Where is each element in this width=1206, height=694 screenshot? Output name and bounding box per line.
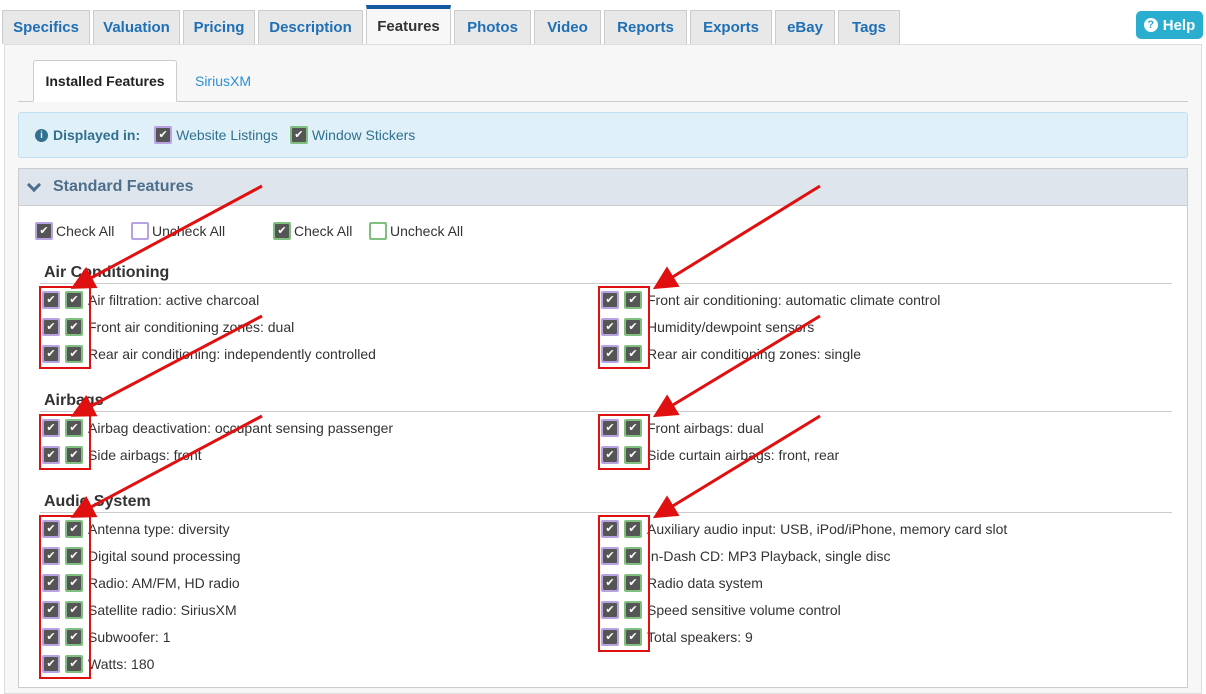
website-legend-label: Website Listings (176, 127, 278, 143)
window-uncheck-all[interactable]: Uncheck All (369, 222, 463, 240)
tab-exports[interactable]: Exports (690, 10, 772, 44)
annotation-highlight-box (39, 286, 91, 369)
window-check-all[interactable]: ✔ Check All (273, 222, 352, 240)
feature-label: Speed sensitive volume control (647, 602, 841, 618)
question-circle-icon: ? (1143, 18, 1158, 32)
annotation-highlight-box (39, 515, 91, 679)
website-uncheck-all[interactable]: Uncheck All (131, 222, 225, 240)
feature-label: Front airbags: dual (647, 420, 764, 436)
group-divider (40, 411, 1172, 412)
tab-specifics[interactable]: Specifics (2, 10, 90, 44)
feature-label: In-Dash CD: MP3 Playback, single disc (647, 548, 891, 564)
feature-label: Auxiliary audio input: USB, iPod/iPhone,… (647, 521, 1008, 537)
group-divider (40, 283, 1172, 284)
feature-label: Rear air conditioning zones: single (647, 346, 862, 362)
feature-row: ✔ ✔ Auxiliary audio input: USB, iPod/iPhon… (601, 519, 1007, 539)
feature-label: Side airbags: front (88, 447, 202, 463)
group-divider (40, 512, 1172, 513)
group-title: Airbags (44, 392, 104, 409)
feature-label: Front air conditioning zones: dual (88, 319, 295, 335)
check-all-window-label: Check All (294, 223, 353, 239)
check-all-window-checkbox[interactable]: ✔ (273, 222, 291, 240)
feature-label: Airbag deactivation: occupant sensing pa… (88, 420, 394, 436)
tab-tags[interactable]: Tags (838, 10, 900, 44)
info-circle-icon: i (35, 128, 48, 142)
uncheck-all-window-checkbox[interactable] (369, 222, 387, 240)
check-all-website-label: Check All (56, 223, 115, 239)
feature-row: ✔ ✔ Rear air conditioning: independently c… (42, 344, 376, 364)
annotation-highlight-box (598, 414, 650, 470)
tab-features[interactable]: Features (366, 5, 451, 44)
feature-label: Front air conditioning: automatic climat… (647, 292, 941, 308)
displayed-in-alert: i Displayed in: ✔ Website Listings ✔ Win… (18, 112, 1188, 158)
tab-video[interactable]: Video (534, 10, 601, 44)
feature-label: Digital sound processing (88, 548, 241, 564)
window-legend-label: Window Stickers (311, 127, 416, 143)
feature-label: Watts: 180 (88, 656, 155, 672)
tab-pricing[interactable]: Pricing (183, 10, 255, 44)
feature-label: Total speakers: 9 (647, 629, 753, 645)
feature-row: ✔ ✔ Front air conditioning: automatic clim… (601, 290, 940, 310)
annotation-highlight-box (39, 414, 91, 470)
subtabs: Installed Features SiriusXM (18, 60, 1188, 102)
chevron-down-icon (26, 177, 42, 193)
help-label: Help (1162, 16, 1196, 34)
standard-features-header[interactable]: Standard Features (19, 169, 1187, 206)
feature-label: Side curtain airbags: front, rear (647, 447, 840, 463)
group-title: Air Conditioning (44, 264, 170, 281)
feature-label: Air filtration: active charcoal (88, 292, 260, 308)
tab-valuation[interactable]: Valuation (93, 10, 180, 44)
feature-label: Antenna type: diversity (88, 521, 230, 537)
help-button[interactable]: ? Help (1136, 11, 1203, 39)
feature-label: Satellite radio: SiriusXM (88, 602, 237, 618)
feature-label: Humidity/dewpoint sensors (647, 319, 815, 335)
annotation-highlight-box (598, 515, 650, 652)
subtab-installed-features[interactable]: Installed Features (33, 60, 177, 102)
feature-label: Radio data system (647, 575, 763, 591)
tab-reports[interactable]: Reports (604, 10, 687, 44)
annotation-highlight-box (598, 286, 650, 369)
feature-label: Rear air conditioning: independently con… (88, 346, 376, 362)
window-legend-checkbox: ✔ (289, 126, 308, 144)
subtab-siriusxm[interactable]: SiriusXM (178, 60, 268, 102)
tab-description[interactable]: Description (258, 10, 363, 44)
tab-ebay[interactable]: eBay (775, 10, 835, 44)
check-all-website-checkbox[interactable]: ✔ (35, 222, 53, 240)
displayed-in-label: Displayed in: (53, 127, 141, 143)
uncheck-all-window-label: Uncheck All (390, 223, 464, 239)
feature-label: Radio: AM/FM, HD radio (88, 575, 240, 591)
group-title: Audio System (44, 493, 151, 510)
feature-row: ✔ ✔ Airbag deactivation: occupant sensing … (42, 418, 393, 438)
tab-photos[interactable]: Photos (454, 10, 531, 44)
feature-label: Subwoofer: 1 (88, 629, 171, 645)
website-legend-checkbox: ✔ (154, 126, 173, 144)
uncheck-all-website-label: Uncheck All (152, 223, 226, 239)
standard-features-title: Standard Features (53, 178, 194, 195)
uncheck-all-website-checkbox[interactable] (131, 222, 149, 240)
website-check-all[interactable]: ✔ Check All (35, 222, 114, 240)
top-tabs: Specifics Valuation Pricing Description … (2, 5, 903, 44)
